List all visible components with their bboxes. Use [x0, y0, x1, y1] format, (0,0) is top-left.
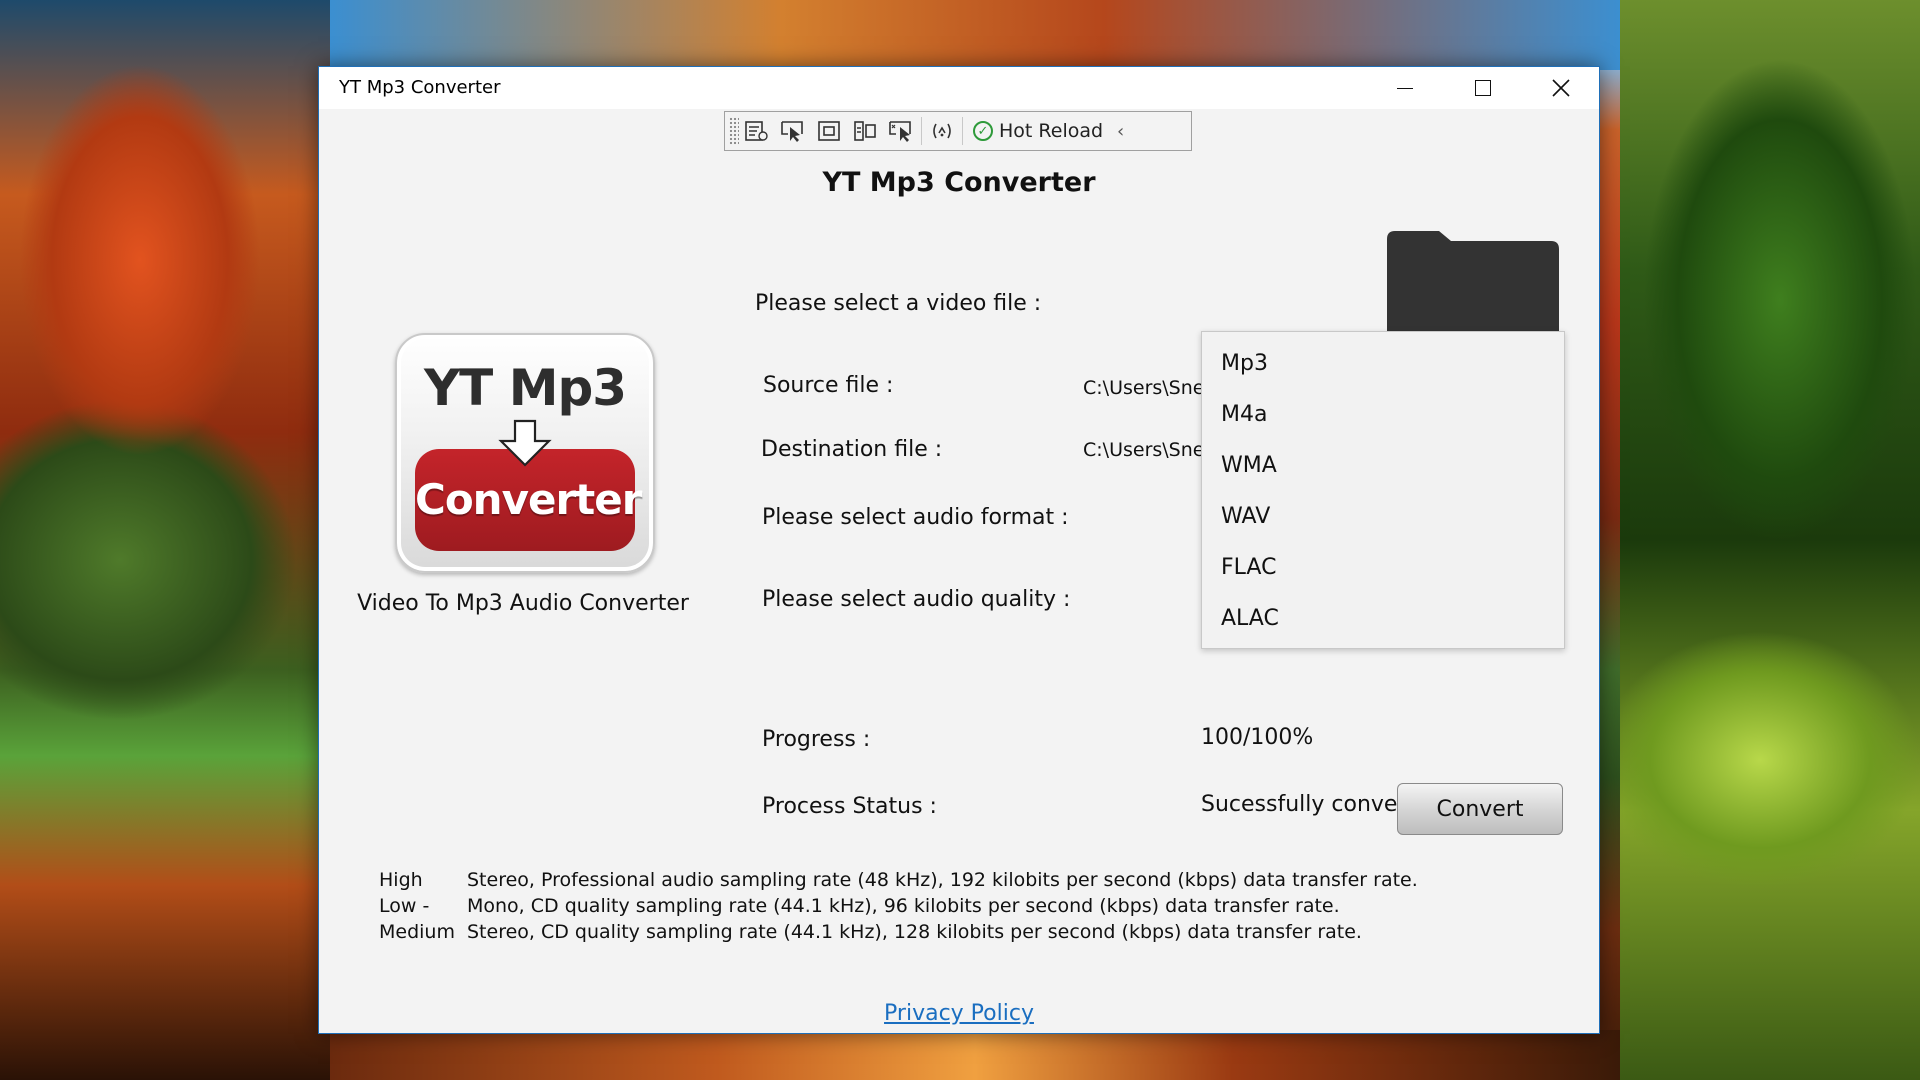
quality-note-name: Low -: [379, 895, 430, 917]
binding-failures-icon: [933, 123, 951, 139]
hot-reload-label: Hot Reload: [999, 120, 1104, 142]
app-subtitle: Video To Mp3 Audio Converter: [357, 591, 689, 616]
app-logo: YT Mp3 Converter: [395, 333, 655, 573]
check-circle-icon: ✓: [973, 121, 993, 141]
select-element-icon: [781, 121, 803, 142]
close-button[interactable]: [1523, 67, 1599, 109]
destination-file-label: Destination file :: [761, 437, 943, 462]
track-focused-element-icon: [854, 121, 876, 141]
wallpaper-left: [0, 0, 330, 1080]
chevron-left-icon[interactable]: ‹: [1117, 121, 1124, 142]
dropdown-option[interactable]: WMA: [1202, 440, 1564, 491]
track-focused-element-button[interactable]: [847, 116, 883, 146]
privacy-policy-link[interactable]: Privacy Policy: [319, 1001, 1599, 1026]
folder-icon: [1387, 231, 1559, 339]
dropdown-list: Mp3 M4a WMA WAV FLAC ALAC: [1202, 338, 1564, 644]
display-layout-adorners-button[interactable]: [811, 116, 847, 146]
audio-quality-label: Please select audio quality :: [762, 587, 1071, 612]
live-visual-tree-icon: [745, 121, 768, 141]
title-bar[interactable]: YT Mp3 Converter: [319, 67, 1599, 109]
quality-note-row: Medium Stereo, CD quality sampling rate …: [379, 919, 1418, 945]
display-layout-adorners-icon: [818, 121, 840, 141]
minimize-button[interactable]: [1367, 67, 1443, 109]
audio-format-label: Please select audio format :: [762, 505, 1069, 530]
toolbar-separator: [962, 117, 963, 145]
browse-folder-button[interactable]: [1387, 227, 1559, 339]
audio-format-dropdown[interactable]: Mp3 M4a WMA WAV FLAC ALAC: [1201, 331, 1565, 649]
convert-button[interactable]: Convert: [1397, 783, 1563, 835]
wallpaper-bottom: [330, 1030, 1620, 1080]
quality-notes: High Stereo, Professional audio sampling…: [379, 867, 1418, 945]
dropdown-option[interactable]: Mp3: [1202, 338, 1564, 389]
binding-failures-button[interactable]: [924, 116, 960, 146]
toolbar-grip[interactable]: [729, 117, 739, 145]
preview-selection-button[interactable]: [883, 116, 919, 146]
hot-reload-status[interactable]: ✓ Hot Reload: [965, 120, 1111, 142]
progress-label: Progress :: [762, 727, 871, 752]
quality-note-row: High Stereo, Professional audio sampling…: [379, 867, 1418, 893]
xaml-debug-toolbar: ✓ Hot Reload ‹: [724, 111, 1192, 151]
quality-note-name: High: [379, 869, 423, 891]
page-title: YT Mp3 Converter: [822, 167, 1096, 198]
down-arrow-icon: [498, 419, 552, 467]
quality-note-name: Medium: [379, 921, 455, 943]
minimize-icon: [1397, 87, 1413, 89]
wallpaper-top: [330, 0, 1620, 70]
select-element-button[interactable]: [775, 116, 811, 146]
preview-selection-icon: [889, 121, 911, 142]
dropdown-option[interactable]: WAV: [1202, 491, 1564, 542]
wallpaper-right: [1620, 0, 1920, 1080]
close-icon: [1552, 79, 1570, 97]
destination-file-path: C:\Users\Sne: [1083, 439, 1201, 461]
logo-band-text: Converter: [415, 475, 642, 524]
app-window: YT Mp3 Converter ✓ Hot Reload ‹ YT Mp3 C…: [318, 66, 1600, 1034]
process-status-label: Process Status :: [762, 794, 937, 819]
live-visual-tree-button[interactable]: [739, 116, 775, 146]
quality-note-row: Low - Mono, CD quality sampling rate (44…: [379, 893, 1418, 919]
select-video-label: Please select a video file :: [755, 291, 1042, 316]
quality-note-desc: Mono, CD quality sampling rate (44.1 kHz…: [467, 895, 1340, 917]
progress-value: 100/100%: [1201, 725, 1314, 750]
dropdown-option[interactable]: ALAC: [1202, 593, 1564, 644]
source-file-label: Source file :: [763, 373, 894, 398]
quality-note-desc: Stereo, CD quality sampling rate (44.1 k…: [467, 921, 1362, 943]
logo-top-text: YT Mp3: [423, 359, 627, 417]
window-title: YT Mp3 Converter: [339, 77, 501, 98]
maximize-button[interactable]: [1445, 67, 1521, 109]
source-file-path: C:\Users\Sne: [1083, 377, 1201, 399]
toolbar-separator: [921, 117, 922, 145]
quality-note-desc: Stereo, Professional audio sampling rate…: [467, 869, 1418, 891]
maximize-icon: [1475, 80, 1491, 96]
dropdown-option[interactable]: FLAC: [1202, 542, 1564, 593]
dropdown-option[interactable]: M4a: [1202, 389, 1564, 440]
